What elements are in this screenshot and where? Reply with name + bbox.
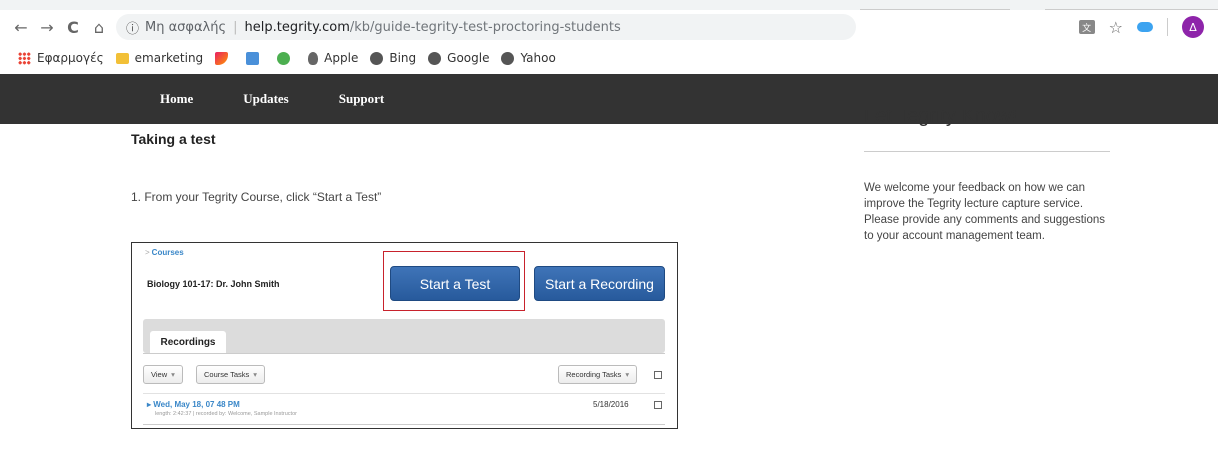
nav-updates[interactable]: Updates: [243, 91, 289, 107]
section-heading: Taking a test: [131, 131, 216, 147]
tab-underline: [143, 353, 665, 354]
toolbar-divider: [1167, 18, 1168, 36]
wifi-signal-icon: [215, 51, 229, 65]
forward-button[interactable]: →: [34, 14, 60, 40]
bookmark-apple[interactable]: Apple: [308, 51, 358, 65]
select-all-checkbox: [654, 371, 662, 379]
start-test-button: Start a Test: [390, 266, 520, 301]
translate-icon[interactable]: 文: [1078, 20, 1095, 34]
home-button[interactable]: ⌂: [86, 14, 112, 40]
green-circle-icon: [277, 51, 291, 65]
recording-meta: length: 2:42:37 | recorded by: Welcome, …: [155, 411, 297, 417]
caret-down-icon: ▾: [625, 370, 630, 379]
info-icon[interactable]: ⓘ: [126, 18, 139, 37]
sidebar-title-text: Let Tegrity Know!: [864, 110, 1018, 127]
store-icon: [246, 51, 260, 65]
bookmark-label: Bing: [389, 51, 417, 65]
expand-arrow-icon: ▸: [147, 400, 152, 409]
url-path: /kb/guide-tegrity-test-proctoring-studen…: [349, 19, 621, 35]
nav-home[interactable]: Home: [160, 91, 193, 107]
sidebar-title: Let Tegrity Know!: [864, 110, 1124, 132]
folder-icon: [115, 52, 129, 64]
tegrity-screenshot-image: > Courses Biology 101-17: Dr. John Smith …: [131, 242, 678, 429]
bookmark-label: Apple: [324, 51, 359, 65]
nav-support[interactable]: Support: [339, 91, 385, 107]
back-icon: ←: [14, 17, 28, 37]
bookmark-label: emarketing: [134, 51, 204, 65]
bookmark-bing[interactable]: Bing: [370, 51, 416, 65]
browser-actions: 文 ☆ Δ: [1078, 14, 1204, 40]
reload-icon: C: [67, 17, 79, 37]
url-separator: |: [233, 19, 238, 35]
step-text: 1. From your Tegrity Course, click “Star…: [131, 190, 382, 204]
course-title: Biology 101-17: Dr. John Smith: [147, 279, 280, 289]
forward-icon: →: [40, 17, 54, 37]
bookmark-label: Yahoo: [520, 51, 556, 65]
recording-title: ▸ Wed, May 18, 07 48 PM: [147, 400, 240, 409]
globe-icon: [501, 51, 515, 65]
tab-strip: [0, 0, 1218, 10]
row-divider: [143, 393, 665, 394]
sidebar-divider: [864, 151, 1110, 152]
view-label: View: [151, 370, 168, 379]
bookmark-label: Google: [447, 51, 490, 65]
bookmarks-bar: Εφαρμογές emarketing Apple Bing Google Y…: [0, 44, 1218, 72]
bookmark-yahoo[interactable]: Yahoo: [501, 51, 556, 65]
bookmark-emarketing[interactable]: emarketing: [115, 51, 204, 65]
start-recording-button: Start a Recording: [534, 266, 665, 301]
recording-date: 5/18/2016: [593, 400, 629, 409]
apple-icon: [308, 51, 319, 65]
profile-avatar[interactable]: Δ: [1182, 16, 1204, 38]
tab-edge[interactable]: [1045, 0, 1218, 10]
recording-title-text: Wed, May 18, 07 48 PM: [153, 400, 240, 409]
breadcrumb: > Courses: [145, 248, 184, 257]
caret-down-icon: ▾: [171, 370, 175, 379]
row-checkbox: [654, 401, 662, 409]
view-dropdown: View ▾: [143, 365, 183, 384]
address-bar: ← → C ⌂ ⓘ Μη ασφαλής | help.tegrity.com /…: [0, 10, 1218, 44]
tab-edge[interactable]: [860, 0, 1010, 10]
breadcrumb-courses: Courses: [151, 248, 184, 257]
sidebar-body: We welcome your feedback on how we can i…: [864, 182, 1106, 242]
breadcrumb-marker: >: [145, 248, 150, 257]
row-divider: [143, 424, 665, 425]
cloud-extension-icon[interactable]: [1137, 22, 1153, 32]
url-bar[interactable]: ⓘ Μη ασφαλής | help.tegrity.com/kb/guide…: [116, 14, 856, 40]
tab-recordings: Recordings: [150, 331, 226, 353]
globe-icon: [428, 51, 442, 65]
back-button[interactable]: ←: [8, 14, 34, 40]
reload-button[interactable]: C: [60, 14, 86, 40]
course-tasks-label: Course Tasks: [204, 370, 250, 379]
globe-icon: [370, 51, 384, 65]
bookmark-store-icon-link[interactable]: [246, 51, 265, 65]
recording-tasks-label: Recording Tasks: [566, 370, 622, 379]
bookmark-label: Εφαρμογές: [37, 51, 104, 65]
apps-icon: [18, 51, 31, 65]
home-icon: ⌂: [93, 17, 105, 37]
course-tasks-dropdown: Course Tasks ▾: [196, 365, 266, 384]
security-label: Μη ασφαλής: [145, 19, 227, 35]
star-icon[interactable]: ☆: [1109, 18, 1123, 37]
bookmark-wifi-icon-link[interactable]: [215, 51, 234, 65]
bookmark-apps[interactable]: Εφαρμογές: [18, 51, 104, 65]
bookmark-google[interactable]: Google: [428, 51, 489, 65]
bookmark-xxx-icon-link[interactable]: [277, 51, 296, 65]
caret-down-icon: ▾: [253, 370, 258, 379]
url-host: help.tegrity.com: [244, 19, 350, 35]
recording-tasks-dropdown: Recording Tasks ▾: [558, 365, 638, 384]
